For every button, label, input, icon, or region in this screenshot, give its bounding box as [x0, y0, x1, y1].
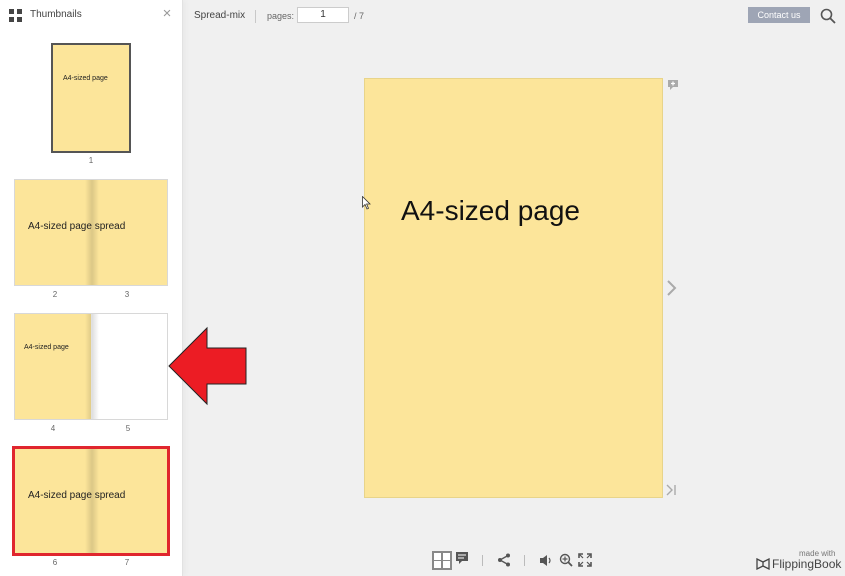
toolbar-divider [255, 10, 256, 23]
pages-label: pages: [267, 11, 295, 21]
page-number: 7 [124, 558, 130, 567]
brand-name: FlippingBook [772, 557, 842, 571]
page-number: 6 [52, 558, 58, 567]
spread-fold [85, 449, 99, 553]
notes-icon[interactable] [455, 551, 469, 567]
blank-page [91, 314, 167, 419]
zoom-in-icon[interactable] [559, 553, 573, 567]
thumbnails-panel: Thumbnails × A4-sized page 1 A4-sized pa… [0, 0, 183, 576]
page-number: 4 [50, 424, 56, 433]
thumbnails-title: Thumbnails [30, 9, 82, 20]
toolbar-divider [524, 555, 525, 566]
spread-fold [85, 180, 99, 285]
page-view[interactable]: A4-sized page [364, 78, 663, 498]
grid-icon [9, 9, 22, 22]
fullscreen-icon[interactable] [578, 553, 592, 567]
close-icon[interactable]: × [160, 6, 174, 22]
thumbnail-pages-2-3[interactable]: A4-sized page spread [14, 179, 168, 286]
comment-icon[interactable] [667, 79, 679, 91]
thumbnail-page-1[interactable]: A4-sized page [51, 43, 131, 153]
thumbnail-pages-6-7[interactable]: A4-sized page spread [12, 446, 170, 556]
chevron-right-icon[interactable] [664, 279, 678, 297]
sound-icon[interactable] [539, 554, 553, 567]
thumbnail-text: A4-sized page [24, 344, 69, 351]
thumbnail-text: A4-sized page [63, 75, 108, 82]
publication-title: Spread-mix [194, 10, 246, 21]
contact-us-button[interactable]: Contact us [748, 7, 810, 23]
page-number-input[interactable]: 1 [297, 7, 349, 23]
total-pages: / 7 [354, 11, 365, 21]
share-icon[interactable] [497, 553, 511, 567]
page-number: 3 [124, 290, 130, 299]
thumbnails-header: Thumbnails × [0, 0, 183, 32]
page-heading: A4-sized page [401, 195, 581, 226]
thumbnail-text: A4-sized page spread [28, 221, 126, 232]
red-arrow-icon [168, 326, 247, 406]
thumbnails-icon[interactable] [432, 551, 452, 570]
page-number: 1 [88, 156, 94, 165]
last-page-icon[interactable] [665, 484, 677, 496]
flippingbook-logo[interactable]: FlippingBook [756, 557, 841, 571]
page-number: 5 [125, 424, 131, 433]
page-number: 2 [52, 290, 58, 299]
mouse-cursor-icon [362, 196, 371, 210]
toolbar-divider [482, 555, 483, 566]
spread-fold [85, 314, 99, 419]
search-icon[interactable] [820, 8, 836, 24]
thumbnail-text: A4-sized page spread [28, 490, 126, 501]
flippingbook-logo-icon [756, 558, 770, 570]
thumbnail-pages-4-5[interactable]: A4-sized page [14, 313, 168, 420]
